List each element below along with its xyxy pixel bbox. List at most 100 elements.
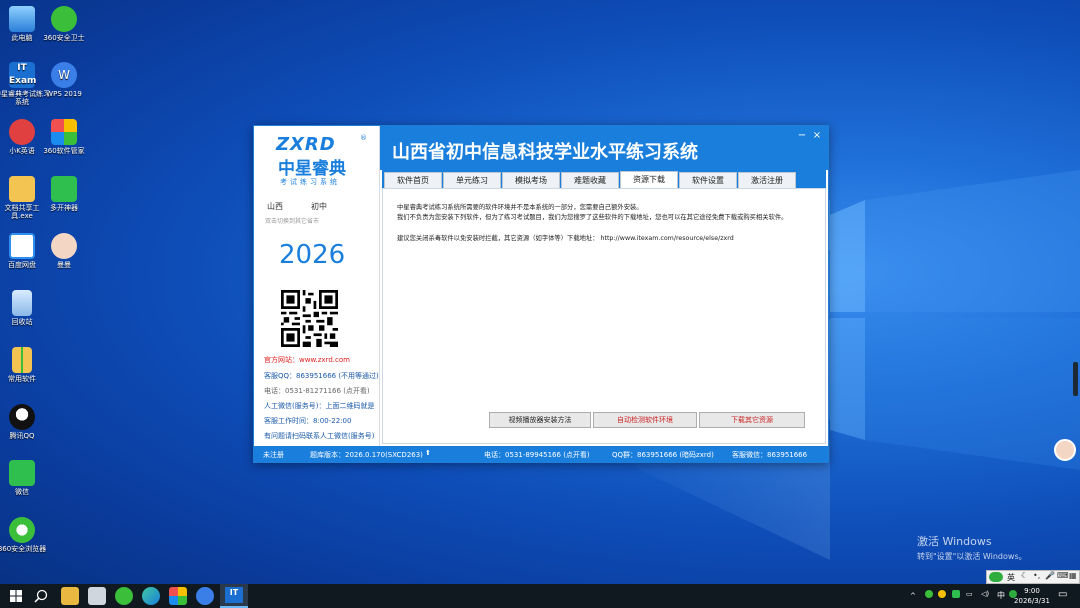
- wechat-contact: 人工微信(服务号)：上面二维码就是: [264, 402, 375, 410]
- wechat-multi-icon: [51, 176, 77, 202]
- tab-software-settings[interactable]: 软件设置: [679, 172, 737, 188]
- tab-mock-exam[interactable]: 模拟考场: [502, 172, 560, 188]
- taskbar-file-explorer[interactable]: [61, 587, 79, 605]
- tray-expand-icon[interactable]: ^: [910, 592, 916, 600]
- info-line-2: 我们不负责为您安装下列软件，但为了练习考试题目，我们为您搜罗了这些软件的下载地址…: [397, 214, 788, 221]
- status-bar: 未注册 题库版本：2026.0.170(SXCD263) ⬆ 电话：0531-8…: [254, 446, 828, 462]
- 360-apps-icon: [51, 119, 77, 145]
- ime-language-toggle[interactable]: 英: [1007, 572, 1015, 583]
- level-selector[interactable]: 初中: [311, 201, 327, 212]
- tray-clock[interactable]: 9:00 2026/3/31: [1012, 586, 1052, 606]
- desktop-icon-wps[interactable]: W WPS 2019: [36, 62, 92, 98]
- wps-icon: W: [51, 62, 77, 88]
- close-button[interactable]: ×: [811, 130, 823, 141]
- tab-unit-practice[interactable]: 单元练习: [443, 172, 501, 188]
- status-service-wechat: 客服微信：863951666: [732, 451, 808, 459]
- desktop-icon-common-software[interactable]: 常用软件: [0, 347, 50, 383]
- ime-mic-icon[interactable]: 🎤: [1045, 571, 1055, 580]
- logo-subtitle: 考试练习系统: [280, 178, 340, 186]
- clock-date: 2026/3/31: [1014, 597, 1050, 605]
- tab-difficult-favorites[interactable]: 难题收藏: [561, 172, 619, 188]
- 360-browser-icon: [9, 517, 35, 543]
- computer-icon: [9, 6, 35, 32]
- windows-logo-icon: [10, 590, 22, 602]
- clock-time: 9:00: [1024, 587, 1040, 595]
- search-icon: [34, 589, 48, 603]
- floating-assistant-avatar[interactable]: [1054, 439, 1076, 461]
- tray-app-icon[interactable]: [938, 590, 946, 598]
- app-window[interactable]: ZXRD ® 中星睿典 考试练习系统 山西省初中信息科技学业水平练习系统 − ×…: [253, 125, 829, 463]
- update-arrow-icon[interactable]: ⬆: [425, 449, 431, 457]
- auto-detect-environment-button[interactable]: 自动检测软件环境: [593, 412, 697, 428]
- tray-ime-lang[interactable]: 中: [997, 590, 1005, 601]
- desktop-icon-manman[interactable]: 曼曼: [36, 233, 92, 269]
- left-info-panel: 山西 初中 双击切换到其它省市 2026 官方网站：www.zxrd.com 客…: [254, 190, 380, 446]
- search-button[interactable]: [34, 589, 48, 603]
- tray-360-icon[interactable]: [925, 590, 933, 598]
- logo-chinese: 中星睿典: [278, 159, 346, 179]
- logo-text: ZXRD: [276, 134, 336, 155]
- 360-shield-icon: [51, 6, 77, 32]
- registration-status: 未注册: [263, 451, 284, 459]
- qq-contact[interactable]: 客服QQ：863951666 (不用等通过): [264, 371, 379, 381]
- desktop-icon-360-apps[interactable]: 360软件管家: [36, 119, 92, 155]
- desktop-icon-360-browser[interactable]: 360安全浏览器: [0, 517, 50, 553]
- avatar-icon: [51, 233, 77, 259]
- resource-download-panel: 中星睿典考试练习系统所需要的软件环境并不是本系统的一部分，您需要自己额外安装。 …: [382, 188, 826, 444]
- game-icon: [9, 119, 35, 145]
- notification-center-icon[interactable]: ▭: [1058, 589, 1067, 600]
- side-volume-indicator: [1073, 362, 1078, 396]
- ime-grid-icon[interactable]: ▦: [1069, 571, 1077, 580]
- qq-icon: [9, 404, 35, 430]
- video-player-install-button[interactable]: 视频播放器安装方法: [489, 412, 591, 428]
- taskbar-wps[interactable]: [196, 587, 214, 605]
- taskbar-360-browser[interactable]: [115, 587, 133, 605]
- desktop-icon-qq[interactable]: 腾讯QQ: [0, 404, 50, 440]
- brand-logo: ZXRD ® 中星睿典 考试练习系统: [254, 126, 380, 190]
- website-link[interactable]: 官方网站：www.zxrd.com: [264, 355, 350, 365]
- tab-resource-download[interactable]: 资源下载: [620, 171, 678, 188]
- switch-hint: 双击切换到其它省市: [265, 218, 320, 225]
- help-text: 有问题请扫码联系人工微信(服务号): [264, 432, 375, 440]
- start-button[interactable]: [10, 590, 22, 602]
- registered-mark: ®: [360, 134, 367, 142]
- ime-keyboard-icon[interactable]: ⌨: [1057, 571, 1069, 580]
- taskbar-it-exam-active[interactable]: IT: [220, 584, 248, 608]
- tray-network-icon[interactable]: ▭: [966, 590, 973, 598]
- ime-logo-icon: [989, 572, 1003, 582]
- tab-bar: 软件首页 单元练习 模拟考场 难题收藏 资源下载 软件设置 激活注册: [382, 170, 826, 188]
- activate-windows-watermark: 激活 Windows 转到"设置"以激活 Windows。: [917, 535, 1027, 561]
- taskbar-360-apps[interactable]: [169, 587, 187, 605]
- tray-wechat-icon[interactable]: [952, 590, 960, 598]
- phone-contact[interactable]: 电话：0531-81271166 (点开看): [264, 386, 370, 396]
- province-selector[interactable]: 山西: [267, 201, 283, 212]
- desktop-icon-multi-open[interactable]: 多开神器: [36, 176, 92, 212]
- exam-year: 2026: [279, 240, 346, 270]
- desktop-icon-wechat[interactable]: 微信: [0, 460, 50, 496]
- ime-moon-icon[interactable]: ☾: [1021, 571, 1028, 580]
- info-line-3: 建议您关闭杀毒软件以免安装时拦截，其它资源（如字体等）下载地址： http://…: [397, 235, 734, 242]
- wechat-icon: [9, 460, 35, 486]
- it-exam-icon: IT Exam: [9, 62, 37, 88]
- tray-volume-icon[interactable]: ◁): [981, 590, 989, 598]
- tab-activation[interactable]: 激活注册: [738, 172, 796, 188]
- info-line-1: 中星睿典考试练习系统所需要的软件环境并不是本系统的一部分，您需要自己额外安装。: [397, 204, 643, 211]
- folder-icon: [9, 176, 35, 202]
- status-qq-group: QQ群：863951666 (暗码zxrd): [612, 451, 714, 459]
- status-phone: 电话：0531-89945166 (点开看): [484, 451, 590, 459]
- it-exam-taskbar-icon: IT: [225, 587, 243, 603]
- taskbar-edge[interactable]: [142, 587, 160, 605]
- minimize-button[interactable]: −: [796, 130, 808, 141]
- service-hours: 客服工作时间：8:00-22:00: [264, 417, 352, 425]
- folder-zip-icon: [12, 347, 32, 373]
- ime-punct-icon[interactable]: •,: [1033, 571, 1040, 580]
- tab-home[interactable]: 软件首页: [384, 172, 442, 188]
- desktop-icon-recycle-bin[interactable]: 回收站: [0, 290, 50, 326]
- ime-toolbar[interactable]: 英 ☾ •, 🎤 ⌨ ▦: [986, 570, 1080, 584]
- desktop-icon-360-security[interactable]: 360安全卫士: [36, 6, 92, 42]
- baidu-netdisk-icon: [9, 233, 35, 259]
- window-title: 山西省初中信息科技学业水平练习系统: [392, 142, 698, 163]
- download-other-resources-button[interactable]: 下载其它资源: [699, 412, 805, 428]
- recycle-bin-icon: [12, 290, 32, 316]
- taskbar-store[interactable]: [88, 587, 106, 605]
